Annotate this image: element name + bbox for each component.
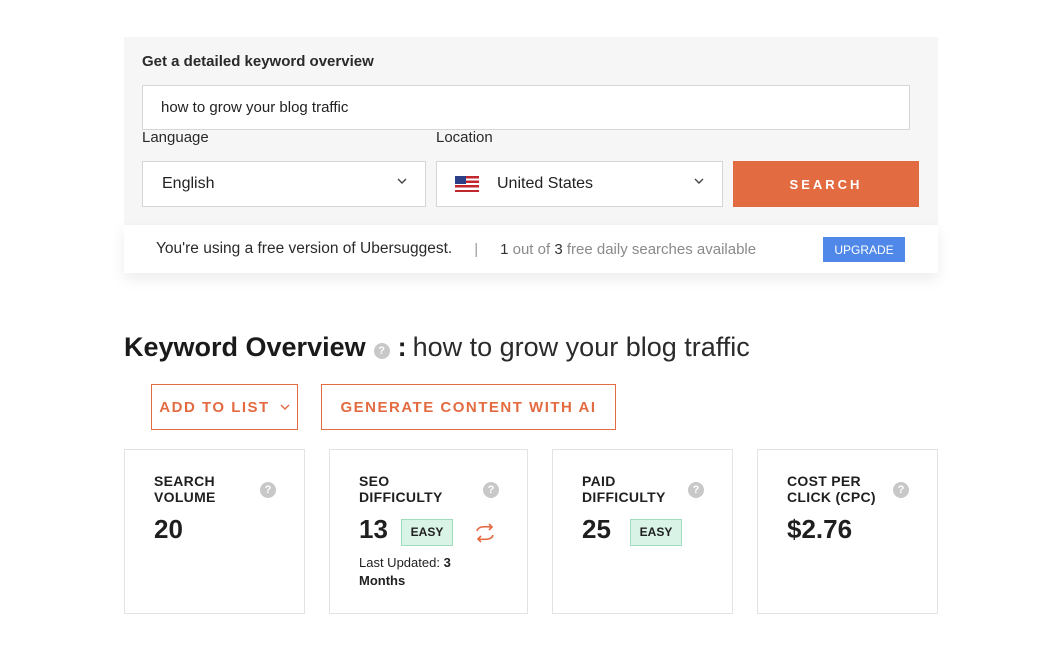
last-updated: Last Updated: 3 Months — [359, 555, 451, 588]
paid-difficulty-label: PAID DIFFICULTY — [582, 473, 666, 505]
language-value: English — [162, 175, 215, 192]
location-value: United States — [497, 175, 594, 192]
seo-difficulty-value: 13 — [359, 514, 388, 544]
easy-badge: EASY — [401, 519, 453, 546]
paid-difficulty-card: PAID DIFFICULTY ? 25 EASY — [552, 449, 733, 614]
help-icon[interactable]: ? — [893, 482, 909, 498]
cpc-label: COST PER CLICK (CPC) — [787, 473, 876, 505]
separator: | — [474, 240, 479, 258]
cpc-value: $2.76 — [787, 514, 853, 544]
keyword-search-panel: Get a detailed keyword overview Language… — [124, 37, 938, 225]
chevron-down-icon — [397, 178, 407, 184]
search-volume-value: 20 — [154, 514, 183, 544]
easy-badge: EASY — [630, 519, 682, 546]
location-select[interactable]: United States — [436, 161, 723, 207]
free-version-bar: You're using a free version of Ubersugge… — [124, 225, 938, 273]
upgrade-button[interactable]: UPGRADE — [823, 237, 905, 262]
help-icon[interactable]: ? — [483, 482, 499, 498]
add-to-list-label: ADD TO LIST — [159, 398, 270, 416]
panel-title: Get a detailed keyword overview — [142, 53, 374, 70]
free-version-message: You're using a free version of Ubersugge… — [156, 240, 453, 257]
help-icon[interactable]: ? — [688, 482, 704, 498]
add-to-list-button[interactable]: ADD TO LIST — [151, 384, 298, 430]
us-flag-icon — [455, 176, 479, 192]
page-title: Keyword Overview — [124, 332, 366, 362]
search-volume-card: SEARCH VOLUME ? 20 — [124, 449, 305, 614]
search-count: 1 out of 3 free daily searches available — [500, 241, 756, 258]
chevron-down-icon — [694, 178, 704, 184]
language-select[interactable]: English — [142, 161, 426, 207]
generate-content-button[interactable]: GENERATE CONTENT WITH AI — [321, 384, 616, 430]
help-icon[interactable]: ? — [260, 482, 276, 498]
title-colon: : — [397, 332, 407, 362]
chevron-down-icon — [280, 404, 290, 410]
overview-keyword: how to grow your blog traffic — [412, 332, 750, 362]
help-icon[interactable]: ? — [373, 342, 390, 359]
refresh-icon[interactable] — [474, 523, 496, 543]
seo-difficulty-card: SEO DIFFICULTY ? 13 EASY Last Updated: 3… — [329, 449, 528, 614]
cpc-card: COST PER CLICK (CPC) ? $2.76 — [757, 449, 938, 614]
searches-total: 3 — [554, 240, 563, 258]
location-label: Location — [436, 129, 493, 146]
search-volume-label: SEARCH VOLUME — [154, 473, 216, 505]
keyword-input[interactable] — [142, 85, 910, 130]
keyword-overview-heading: Keyword Overview ? : how to grow your bl… — [124, 332, 750, 363]
search-button[interactable]: SEARCH — [733, 161, 919, 207]
language-label: Language — [142, 129, 209, 146]
seo-difficulty-label: SEO DIFFICULTY — [359, 473, 443, 505]
count-suffix: free daily searches available — [562, 240, 757, 258]
out-of-text: out of — [508, 240, 555, 258]
paid-difficulty-value: 25 — [582, 514, 611, 544]
